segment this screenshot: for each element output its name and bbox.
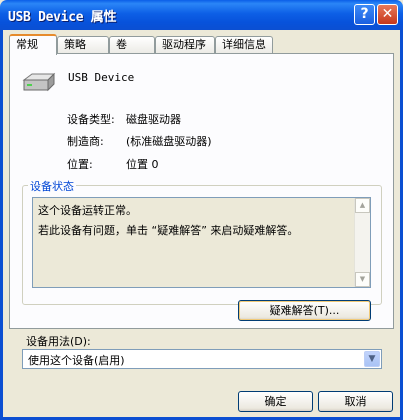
cancel-button[interactable]: 取消 [318,391,393,412]
tab-policies[interactable]: 策略 [57,36,109,53]
status-line-1: 这个设备运转正常。 [38,204,137,217]
status-line-2: 若此设备有问题，单击 “疑难解答” 来启动疑难解答。 [38,224,299,237]
chevron-down-icon[interactable]: ▼ [364,351,380,367]
tab-driver[interactable]: 驱动程序 [155,36,215,53]
ok-button[interactable]: 确定 [238,391,313,412]
status-scrollbar[interactable]: ▲ ▼ [354,198,370,287]
device-status-title: 设备状态 [28,178,76,194]
window-border-left [0,30,3,420]
device-type-label: 设备类型: [67,113,115,126]
help-button[interactable]: ? [354,4,375,25]
close-button[interactable]: ✕ [377,4,398,25]
scroll-up-icon[interactable]: ▲ [355,198,370,213]
disk-drive-icon [22,72,56,97]
device-usage-label: 设备用法(D): [26,335,91,348]
window-title: USB Device 属性 [8,10,117,25]
manufacturer-label: 制造商: [67,135,104,148]
device-usage-value: 使用这个设备(启用) [28,354,125,367]
location-label: 位置: [67,158,93,171]
location-value: 位置 0 [126,158,159,171]
tab-general[interactable]: 常规 [9,34,57,55]
tab-volumes[interactable]: 卷 [109,36,155,53]
device-name: USB Device [68,71,135,84]
device-status-textbox[interactable]: 这个设备运转正常。 若此设备有问题，单击 “疑难解答” 来启动疑难解答。 ▲ ▼ [32,197,371,288]
manufacturer-value: (标准磁盘驱动器) [126,135,212,148]
tab-details[interactable]: 详细信息 [215,36,273,53]
title-bar: USB Device 属性 ? ✕ [0,0,403,30]
device-usage-select[interactable]: 使用这个设备(启用) ▼ [22,349,382,369]
troubleshoot-button[interactable]: 疑难解答(T)... [238,300,371,321]
tab-panel-general: USB Device 设备类型: 磁盘驱动器 制造商: (标准磁盘驱动器) 位置… [9,53,394,329]
scroll-down-icon[interactable]: ▼ [355,272,370,287]
device-type-value: 磁盘驱动器 [126,113,181,126]
